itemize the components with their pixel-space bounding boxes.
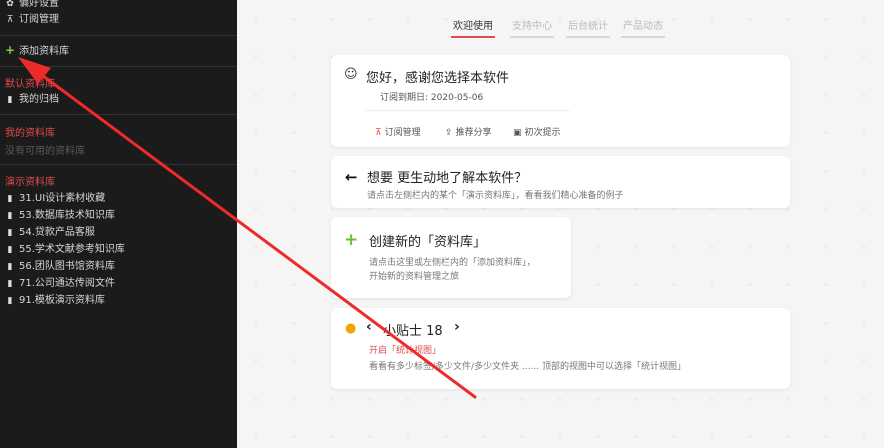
sidebar-item-label: 31.UI设计素材收藏 <box>19 193 106 204</box>
learn-card[interactable]: ← 想要 更生动地了解本软件？ 请点击左侧栏内的某个「演示资料库」，看看我们精心… <box>331 156 790 208</box>
chevron-left-icon[interactable]: ‹ <box>366 319 372 335</box>
sidebar-item-label: 55.学术文献参考知识库 <box>19 244 125 255</box>
subscription-link[interactable]: ⊼ 订阅管理 <box>375 125 421 138</box>
my-library-heading: 我的资料库 <box>5 128 55 139</box>
sidebar-item-label: 71.公司通达传阅文件 <box>19 278 115 289</box>
sidebar-item-demo[interactable]: ▮ 54.贷款产品客服 <box>5 225 95 241</box>
smile-icon: ☺ <box>344 67 358 82</box>
my-library-empty: 没有可用的资料库 <box>5 146 85 157</box>
create-desc-line2: 开始新的资料管理之旅 <box>369 272 460 282</box>
sidebar-item-demo[interactable]: ▮ 56.团队图书馆资料库 <box>5 259 115 275</box>
tab-welcome[interactable]: 欢迎使用 <box>451 17 495 38</box>
welcome-title: 您好，感谢您选择本软件 <box>366 71 510 86</box>
cart-icon: ⊼ <box>375 128 382 138</box>
tab-support[interactable]: 支持中心 <box>510 17 554 38</box>
sidebar-divider <box>0 66 237 67</box>
share-link[interactable]: ⇪ 推荐分享 <box>445 125 492 138</box>
expire-date: 订阅到期日: 2020-05-06 <box>380 93 484 103</box>
create-title: 创建新的「资料库」 <box>369 235 487 250</box>
bulb-icon: ● <box>345 321 357 336</box>
sidebar-item-demo[interactable]: ▮ 53.数据库技术知识库 <box>5 208 115 224</box>
arrow-left-icon: ← <box>345 168 358 186</box>
doc-icon: ▮ <box>7 211 13 221</box>
sidebar-item-label: 53.数据库技术知识库 <box>19 210 115 221</box>
cart-icon: ⊼ <box>6 15 14 25</box>
plus-icon: + <box>344 230 359 250</box>
default-library-heading: 默认资料库 <box>5 79 55 90</box>
sidebar-divider <box>0 164 237 165</box>
doc-icon: ▮ <box>7 228 13 238</box>
share-icon: ⇪ <box>445 128 453 138</box>
sidebar-item-label: 订阅管理 <box>19 14 59 25</box>
gear-icon: ✿ <box>6 0 14 9</box>
divider <box>365 110 570 111</box>
tip-card: ● ‹ 小贴士 18 › 开启「统计视图」 看看有多少标签/多少文件/多少文件夹… <box>331 308 790 389</box>
learn-title: 想要 更生动地了解本软件？ <box>367 171 528 186</box>
sidebar-item-preferences[interactable]: ✿ 偏好设置 <box>5 0 59 12</box>
tip-highlight: 开启「统计视图」 <box>369 346 442 356</box>
add-library-button[interactable]: + 添加资料库 <box>5 42 69 58</box>
sidebar-item-archive[interactable]: ▮ 我的归档 <box>5 92 59 108</box>
sidebar-item-demo[interactable]: ▮ 31.UI设计素材收藏 <box>5 191 106 207</box>
sidebar-divider <box>0 114 237 115</box>
sidebar-item-label: 91.模板演示资料库 <box>19 295 105 306</box>
plus-icon: + <box>5 43 16 57</box>
learn-desc: 请点击左侧栏内的某个「演示资料库」，看看我们精心准备的例子 <box>367 191 624 201</box>
sidebar-item-label: 我的归档 <box>19 94 59 105</box>
first-tip-link[interactable]: ▣ 初次提示 <box>513 125 561 138</box>
tip-title: 小贴士 18 <box>383 324 443 339</box>
main-panel: 欢迎使用 支持中心 后台统计 产品动态 ☺ 您好，感谢您选择本软件 订阅到期日:… <box>237 0 884 448</box>
doc-icon: ▮ <box>7 279 13 289</box>
sidebar-divider <box>0 35 237 36</box>
sidebar-item-demo[interactable]: ▮ 71.公司通达传阅文件 <box>5 276 115 292</box>
sidebar-item-label: 偏好设置 <box>19 0 59 9</box>
demo-library-heading: 演示资料库 <box>5 177 55 188</box>
link-label: 订阅管理 <box>384 128 421 138</box>
sidebar-item-label: 56.团队图书馆资料库 <box>19 261 115 272</box>
doc-icon: ▮ <box>7 95 13 105</box>
doc-icon: ▮ <box>7 245 13 255</box>
welcome-card: ☺ 您好，感谢您选择本软件 订阅到期日: 2020-05-06 ⊼ 订阅管理 ⇪ 推… <box>331 55 790 147</box>
link-label: 推荐分享 <box>455 128 492 138</box>
tip-desc: 看看有多少标签/多少文件/多少文件夹 ...... 顶部的视图中可以选择「统计视… <box>369 362 686 372</box>
doc-icon: ▮ <box>7 262 13 272</box>
link-label: 初次提示 <box>524 128 561 138</box>
sidebar-item-subscription[interactable]: ⊼ 订阅管理 <box>5 12 59 28</box>
tab-news[interactable]: 产品动态 <box>621 17 665 38</box>
sidebar-item-label: 54.贷款产品客服 <box>19 227 95 238</box>
doc-icon: ▮ <box>7 296 13 306</box>
video-icon: ▣ <box>513 128 522 138</box>
sidebar: ✿ 偏好设置 ⊼ 订阅管理 + 添加资料库 默认资料库 ▮ 我的归档 我的资料库 没有可… <box>0 0 237 448</box>
sidebar-item-demo[interactable]: ▮ 91.模板演示资料库 <box>5 293 105 309</box>
create-library-card[interactable]: + 创建新的「资料库」 请点击这里或左侧栏内的「添加资料库」， 开始新的资料管理… <box>331 217 571 298</box>
create-desc-line1: 请点击这里或左侧栏内的「添加资料库」， <box>369 258 536 268</box>
chevron-right-icon[interactable]: › <box>454 319 460 335</box>
tab-stats[interactable]: 后台统计 <box>566 17 610 38</box>
sidebar-item-demo[interactable]: ▮ 55.学术文献参考知识库 <box>5 242 125 258</box>
sidebar-item-label: 添加资料库 <box>19 46 69 57</box>
doc-icon: ▮ <box>7 194 13 204</box>
